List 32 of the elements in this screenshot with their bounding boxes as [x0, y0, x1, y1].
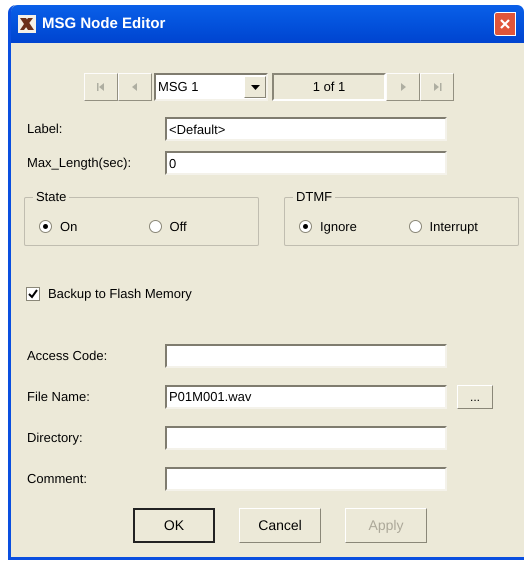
browse-button[interactable]: ...: [457, 384, 493, 408]
radio-label: On: [60, 218, 78, 236]
radio-button[interactable]: [148, 220, 162, 233]
field-label: Comment:: [26, 470, 88, 488]
text-field[interactable]: [165, 426, 447, 450]
dialog-button[interactable]: Cancel: [239, 508, 321, 542]
close-icon: [499, 18, 511, 30]
field-label: Directory:: [26, 428, 84, 447]
record-position: 1 of 1: [272, 73, 386, 101]
close-button[interactable]: [494, 12, 516, 36]
radio-button[interactable]: [39, 220, 52, 233]
app-icon: [17, 14, 37, 34]
text-field[interactable]: <Default>: [165, 117, 447, 141]
dialog-button[interactable]: OK: [133, 508, 215, 542]
record-dropdown[interactable]: MSG 1: [154, 73, 268, 101]
text-field[interactable]: 0: [165, 151, 447, 175]
window-title: MSG Node Editor: [42, 14, 166, 34]
field-label: Label:: [26, 120, 64, 138]
text-field[interactable]: [165, 344, 447, 368]
text-field[interactable]: [165, 466, 447, 490]
caret-icon: [250, 84, 260, 90]
radio-label: Interrupt: [430, 218, 478, 236]
text-field[interactable]: P01M001.wav: [165, 384, 447, 408]
radio-label: Ignore: [320, 218, 357, 236]
field-label: Max_Length(sec):: [26, 154, 132, 172]
checkbox[interactable]: [26, 286, 40, 301]
field-label: File Name:: [26, 388, 91, 406]
checkbox-label: Backup to Flash Memory: [48, 285, 192, 303]
radio-label: Off: [170, 218, 187, 236]
radio-button[interactable]: [408, 220, 422, 233]
field-label: Access Code:: [26, 346, 108, 365]
radio-button[interactable]: [299, 220, 312, 233]
